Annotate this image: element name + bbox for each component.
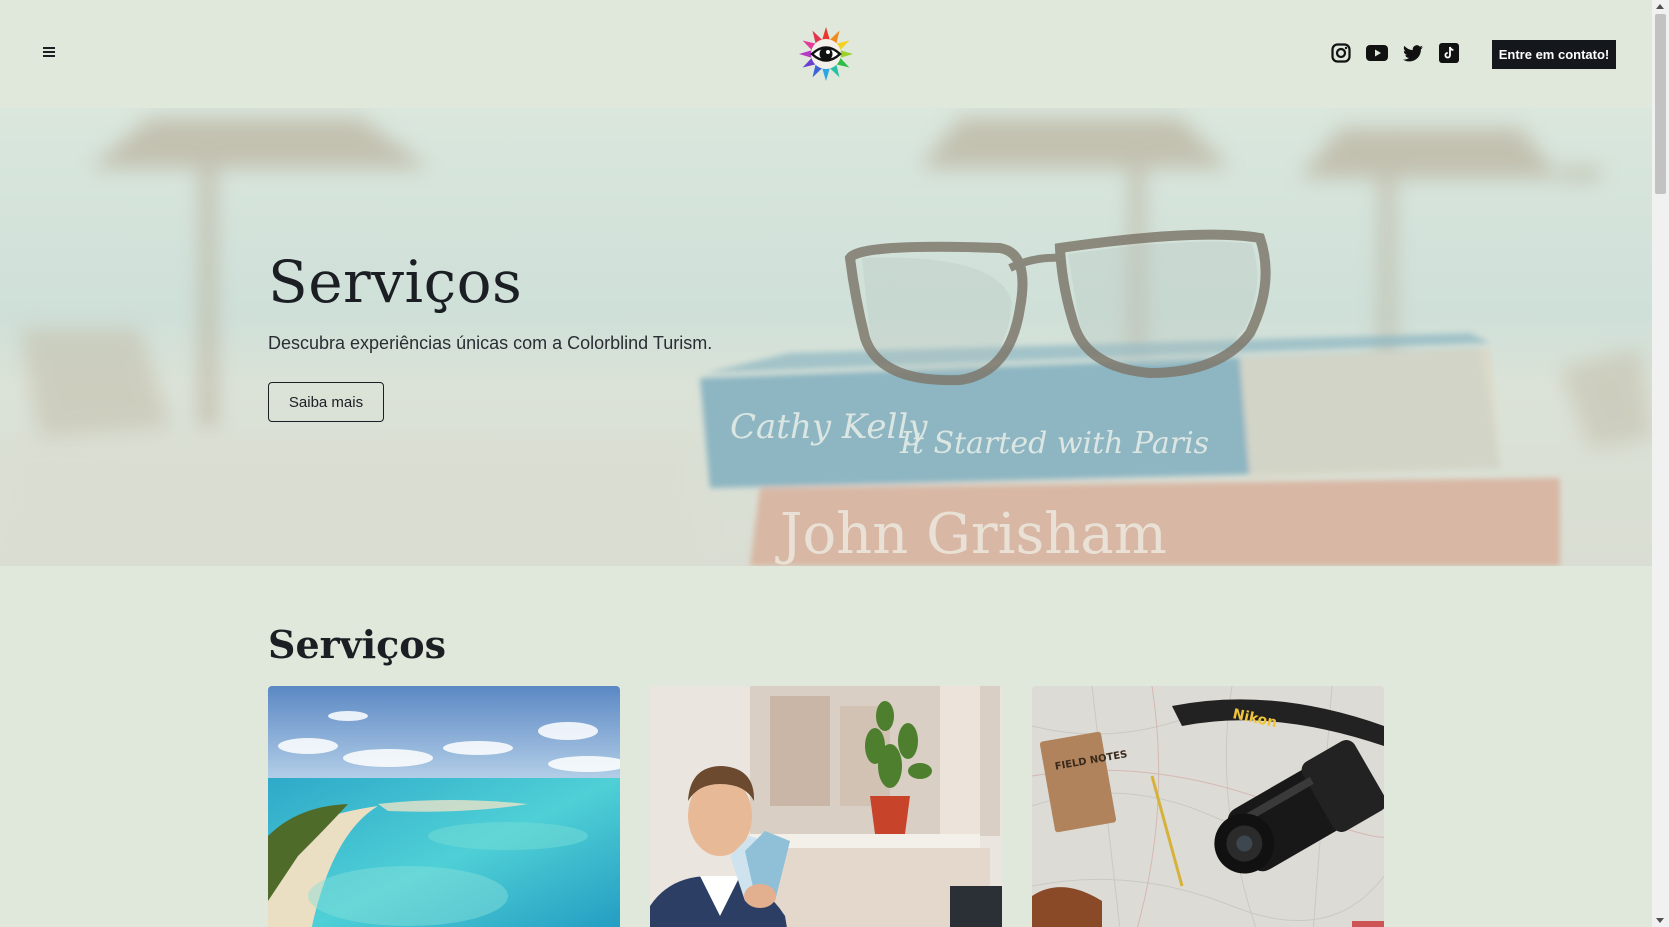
scroll-up-arrow-icon[interactable]	[1656, 4, 1664, 9]
contact-button[interactable]: Entre em contato!	[1492, 40, 1616, 69]
learn-more-button[interactable]: Saiba mais	[268, 382, 384, 422]
hamburger-menu-icon[interactable]	[40, 45, 58, 63]
page-scrollbar[interactable]	[1652, 0, 1669, 927]
tropical-beach-aerial-photo	[268, 686, 620, 927]
hero-section: Cathy Kelly It Started with Paris John G…	[0, 108, 1652, 566]
hero-overlay	[0, 108, 1652, 566]
hero-title: Serviços	[268, 248, 523, 316]
services-title: Serviços	[268, 622, 447, 667]
site-header: Entre em contato!	[0, 0, 1652, 108]
scroll-down-arrow-icon[interactable]	[1656, 918, 1664, 923]
service-card-tickets[interactable]	[650, 686, 1002, 927]
man-holding-tickets-photo	[650, 686, 1002, 927]
service-cards: Nikon FIELD NOTES	[268, 686, 1384, 927]
page: Entre em contato! Cathy Kelly It Started…	[0, 0, 1652, 927]
map-camera-notebook-photo: Nikon FIELD NOTES	[1032, 686, 1384, 927]
social-links	[1330, 42, 1460, 64]
instagram-icon[interactable]	[1330, 42, 1352, 64]
tiktok-icon[interactable]	[1438, 42, 1460, 64]
twitter-icon[interactable]	[1402, 42, 1424, 64]
scrollbar-thumb[interactable]	[1655, 14, 1666, 194]
service-card-travel-planning[interactable]: Nikon FIELD NOTES	[1032, 686, 1384, 927]
service-card-beach[interactable]	[268, 686, 620, 927]
rainbow-eye-logo[interactable]	[798, 26, 854, 82]
youtube-icon[interactable]	[1366, 42, 1388, 64]
hero-subtitle: Descubra experiências únicas com a Color…	[268, 333, 713, 353]
